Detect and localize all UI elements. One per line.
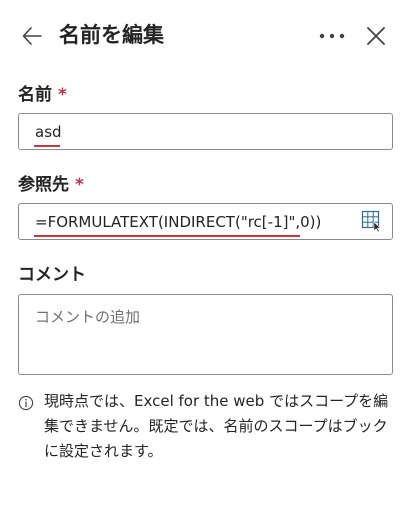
- spellcheck-underline: [34, 145, 60, 147]
- edit-name-pane: 名前を編集 名前 * asd 参照先 * =FORMULATEXT(INDIRECT…: [0, 0, 409, 519]
- comment-placeholder: コメントの追加: [35, 308, 141, 326]
- scope-info-message: 現時点では、Excel for the web ではスコープを編集できません。既…: [44, 392, 389, 460]
- comment-textarea[interactable]: コメントの追加: [18, 294, 393, 375]
- name-field-label: 名前 *: [18, 83, 67, 107]
- info-icon: [18, 395, 34, 411]
- pane-header: 名前を編集: [0, 0, 409, 72]
- name-label-text: 名前: [18, 85, 52, 105]
- range-select-icon: [361, 210, 382, 233]
- back-button[interactable]: [20, 24, 44, 48]
- required-indicator: *: [58, 85, 67, 105]
- refers-to-field-label: 参照先 *: [18, 173, 84, 197]
- spellcheck-underline: [34, 235, 300, 237]
- close-button[interactable]: [364, 24, 388, 48]
- more-options-button[interactable]: [318, 24, 346, 48]
- refers-to-label-text: 参照先: [18, 175, 69, 195]
- more-horizontal-icon: [319, 33, 345, 39]
- range-select-button[interactable]: [360, 209, 384, 233]
- required-indicator: *: [75, 175, 84, 195]
- name-input[interactable]: asd: [18, 113, 393, 150]
- arrow-left-icon: [22, 27, 42, 45]
- refers-to-input[interactable]: =FORMULATEXT(INDIRECT("rc[-1]",0)): [18, 203, 393, 240]
- pane-title: 名前を編集: [59, 23, 164, 47]
- name-input-value: asd: [35, 123, 62, 141]
- comment-field-label: コメント: [18, 265, 86, 285]
- close-icon: [367, 27, 385, 45]
- refers-to-input-value: =FORMULATEXT(INDIRECT("rc[-1]",0)): [35, 213, 322, 231]
